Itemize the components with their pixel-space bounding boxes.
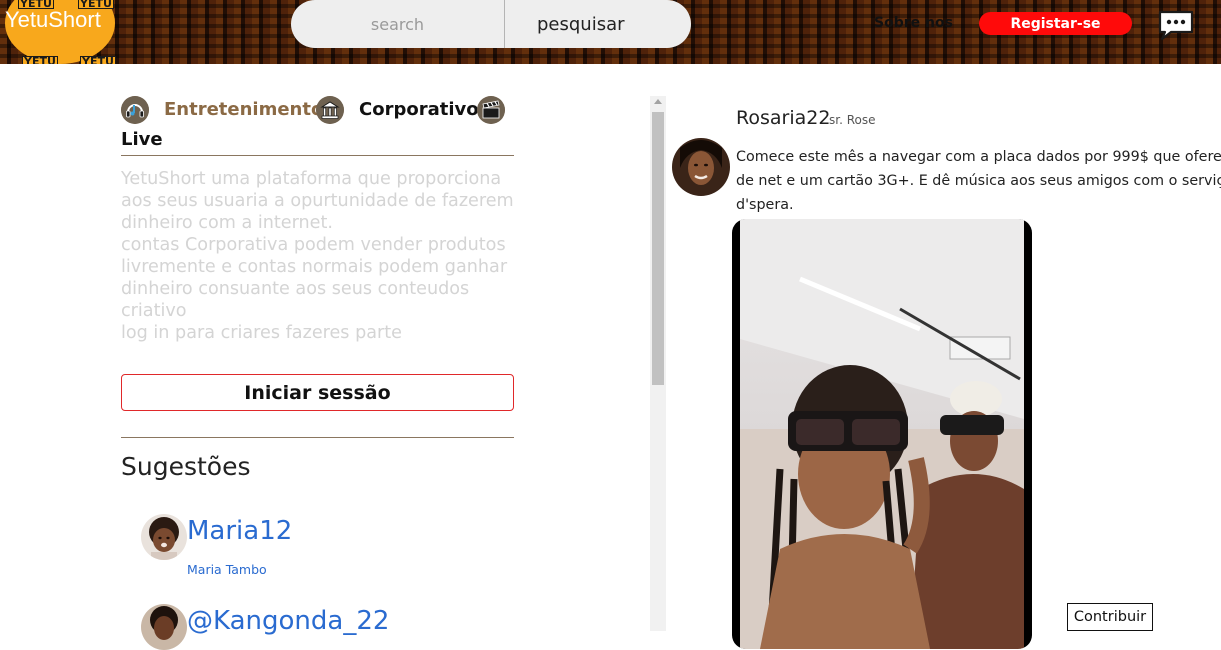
logo-tag: YETU [22,56,58,64]
logo-text[interactable]: YetuShort [5,7,101,33]
login-button[interactable]: Iniciar sessão [121,374,514,411]
category-divider [121,155,514,156]
post-caption-line: d'spera. [736,197,794,213]
top-bar: YETU YETU YETU YETU YetuShort pesquisar … [0,0,1221,64]
intro-line: YetuShort uma plataforma que proporciona [121,169,502,189]
intro-text: YetuShort uma plataforma que proporciona… [121,168,521,344]
post-video[interactable] [732,219,1032,649]
register-button[interactable]: Registar-se [979,12,1132,35]
intro-line: aos seus usuaria a opurtunidade de fazer… [121,191,514,211]
intro-line: criativo [121,301,187,321]
about-link[interactable]: Sobre nos [874,15,953,31]
intro-line: dinheiro consuante aos seus conteudos [121,279,470,299]
suggestions-divider [121,437,514,438]
search-button[interactable]: pesquisar [505,0,691,48]
scroll-up-arrow[interactable] [654,99,662,104]
intro-line: log in para criares fazeres parte [121,323,402,343]
contribute-button[interactable]: Contribuir [1067,603,1153,631]
suggestions-title: Sugestões [121,452,251,481]
avatar[interactable] [141,514,187,560]
avatar[interactable] [141,604,187,650]
avatar[interactable] [672,138,730,196]
bank-building-icon[interactable] [316,96,344,124]
search-input[interactable] [291,0,504,48]
search-bar: pesquisar [291,0,691,48]
chat-bubble-icon[interactable] [1157,9,1195,41]
headphones-note-icon[interactable] [121,96,149,124]
suggestion-name[interactable]: @Kangonda_22 [187,606,389,636]
clapperboard-icon[interactable] [477,96,505,124]
logo-tag: YETU [80,56,116,64]
scroll-thumb[interactable] [652,112,664,385]
intro-line: livremente e contas normais podem ganhar [121,257,508,277]
post-caption-line: Comece este mês a navegar com a placa da… [736,149,1221,165]
post-caption: Comece este mês a navegar com a placa da… [736,145,1221,217]
suggestion-name[interactable]: Maria12 [187,516,292,546]
category-corporativo[interactable]: Corporativo [359,99,479,120]
suggestion-fullname[interactable]: Maria Tambo [187,562,267,577]
video-thumbnail [740,219,1024,649]
category-entretenimento[interactable]: Entretenimento [164,99,323,120]
post-handle: sr. Rose [829,113,876,127]
intro-line: contas Corporativa podem vender produtos [121,235,506,255]
post-caption-line: de net e um cartão 3G+. E dê música aos … [736,173,1221,189]
category-live[interactable]: Live [121,129,163,150]
intro-line: dinheiro com a internet. [121,213,333,233]
post-username[interactable]: Rosaria22 [736,107,830,129]
